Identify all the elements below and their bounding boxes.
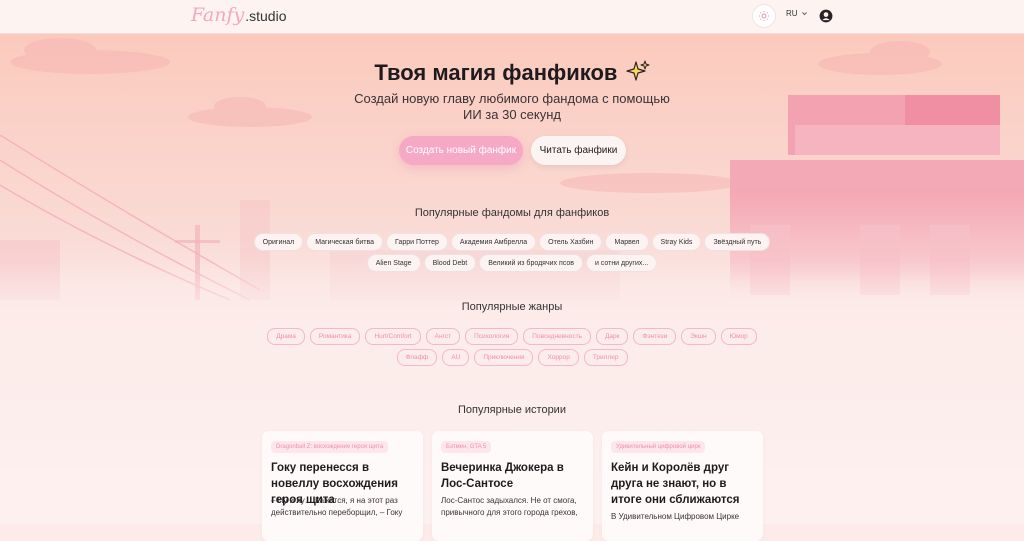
fandom-chip[interactable]: Академия Амбрелла: [451, 234, 536, 250]
fandom-chip[interactable]: Alien Stage: [367, 255, 420, 271]
fandom-chip[interactable]: Отель Хазбин: [540, 234, 602, 250]
fandom-chip[interactable]: Blood Debt: [424, 255, 476, 271]
genre-chip[interactable]: Дарк: [595, 328, 629, 345]
story-card[interactable]: Удивительный цифровой цирк Кейн и Королё…: [602, 431, 763, 541]
main-content: Твоя магия фанфиков Создай новую главу л…: [0, 33, 1024, 541]
fandom-chip[interactable]: Магическая битва: [307, 234, 383, 250]
story-card[interactable]: Dragonball Z: восхождение героя щита Гок…: [262, 431, 423, 541]
story-card[interactable]: Бэтмен, GTA 5 Вечеринка Джокера в Лос-Са…: [432, 431, 593, 541]
language-selector[interactable]: RU: [786, 9, 808, 18]
theme-toggle-button[interactable]: [753, 5, 775, 27]
genre-chip[interactable]: Хоррор: [538, 349, 579, 366]
genre-chip[interactable]: Юмор: [720, 328, 757, 345]
genre-chip[interactable]: Драма: [267, 328, 305, 345]
fandom-chips-row: Alien Stage Blood Debt Великий из бродячих…: [0, 255, 1024, 271]
genre-chip[interactable]: Флафф: [396, 349, 438, 366]
genre-chip[interactable]: AU: [442, 349, 470, 366]
genre-chip[interactable]: Приключения: [474, 349, 534, 366]
fandom-chip[interactable]: Оригинал: [254, 234, 303, 250]
sparkle-icon: [625, 60, 650, 81]
genre-chip[interactable]: Экшн: [681, 328, 716, 345]
story-fandom-tag[interactable]: Удивительный цифровой цирк: [611, 441, 706, 453]
fandom-chip[interactable]: Stray Kids: [652, 234, 701, 250]
genre-chip[interactable]: Hurt/Comfort: [365, 328, 421, 345]
story-title[interactable]: Вечеринка Джокера в Лос-Сантосе: [441, 460, 587, 492]
logo-suffix: .studio: [245, 8, 287, 24]
story-fandom-tag[interactable]: Бэтмен, GTA 5: [441, 441, 492, 453]
create-fanfic-button[interactable]: Создать новый фанфик: [399, 136, 523, 165]
hero-subtitle: Создай новую главу любимого фандома с по…: [354, 91, 670, 122]
genre-chip[interactable]: Психология: [465, 328, 519, 345]
site-logo[interactable]: Fanfy .studio: [191, 4, 286, 26]
genre-chips-row: Драма Романтика Hurt/Comfort Ангст Психологи…: [0, 328, 1024, 345]
story-excerpt: – Ну и ну… Кажется, я на этот раз действ…: [271, 496, 403, 517]
story-excerpt: В Удивительном Цифровом Цирке: [611, 512, 740, 521]
read-fanfics-button[interactable]: Читать фанфики: [531, 136, 626, 165]
genre-chip[interactable]: Фэнтези: [633, 328, 677, 345]
fandom-chips-row: Оригинал Магическая битва Гарри Поттер Акад…: [0, 234, 1024, 250]
hero-title: Твоя магия фанфиков: [0, 60, 1024, 86]
genre-chip[interactable]: Триллер: [583, 349, 628, 366]
chevron-down-icon: [801, 12, 807, 16]
genre-chip[interactable]: Повседневность: [523, 328, 591, 345]
story-excerpt: Лос-Сантос задыхался. Не от смога, привы…: [441, 496, 578, 517]
logo-script: Fanfy: [191, 4, 245, 26]
fandom-chip[interactable]: Марвел: [606, 234, 648, 250]
language-label: RU: [786, 9, 798, 18]
genres-section-title: Популярные жанры: [461, 301, 563, 313]
genre-chip[interactable]: Ангст: [425, 328, 461, 345]
genre-chip[interactable]: Романтика: [309, 328, 361, 345]
fandom-chip[interactable]: Звёздный путь: [705, 234, 770, 250]
stories-section-title: Популярные истории: [458, 404, 566, 416]
user-circle-icon[interactable]: [819, 9, 833, 23]
fandoms-section-title: Популярные фандомы для фанфиков: [414, 207, 610, 219]
sun-icon: [759, 11, 769, 21]
story-title[interactable]: Кейн и Королёв друг друга не знают, но в…: [611, 460, 757, 508]
fandom-chip[interactable]: и сотни других...: [586, 255, 657, 271]
top-navbar: Fanfy .studio RU: [0, 0, 1024, 34]
story-fandom-tag[interactable]: Dragonball Z: восхождение героя щита: [271, 441, 389, 453]
fandom-chip[interactable]: Великий из бродячих псов: [480, 255, 582, 271]
hero-title-text: Твоя магия фанфиков: [374, 60, 618, 85]
genre-chips-row: Флафф AU Приключения Хоррор Триллер: [0, 349, 1024, 366]
fandom-chip[interactable]: Гарри Поттер: [387, 234, 447, 250]
